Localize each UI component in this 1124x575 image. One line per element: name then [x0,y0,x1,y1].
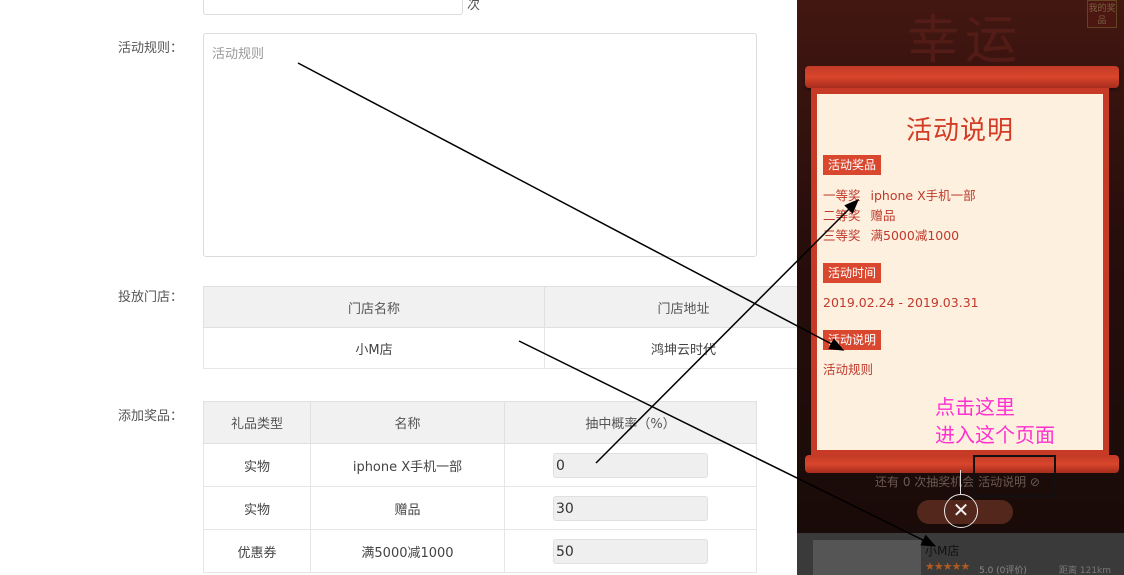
probability-input[interactable]: 0 [553,452,708,478]
rating-stars-icon: ★★★★★ [925,560,970,573]
activity-form: 次 活动规则： 活动规则 投放门店： 门店名称 门店地址 小M店 鸿坤云时代 添… [0,0,797,575]
prize-level: 二等奖 [823,208,861,223]
prizes-tag: 活动奖品 [823,155,882,175]
draw-count-input[interactable] [203,0,463,15]
probability-input[interactable]: 50 [553,538,708,564]
prize-name-cell: 赠品 [310,486,505,530]
prize-type-cell: 实物 [203,443,311,487]
scroll-top-rod [805,66,1119,88]
store-address-cell: 鸿坤云时代 [544,327,797,369]
prize-type-cell: 优惠券 [203,529,311,573]
scroll-bottom-rod [805,455,1119,473]
prize-table: 礼品类型 名称 抽中概率（%） 实物 iphone X手机一部 0 实物 赠品 … [203,401,757,573]
rules-textarea[interactable]: 活动规则 [203,33,757,257]
probability-input[interactable]: 30 [553,495,708,521]
table-row: 实物 iphone X手机一部 0 [203,443,757,487]
prize-name-cell: 满5000减1000 [310,529,505,573]
prize-prob-cell: 0 [504,443,757,487]
rules-label: 活动规则： [118,41,184,56]
prize-prob-header: 抽中概率（%） [504,401,757,444]
prize-label: 添加奖品： [118,409,184,424]
prize-line: 二等奖 赠品 [823,206,896,226]
store-label: 投放门店： [118,290,184,305]
prize-name-cell: iphone X手机一部 [310,443,505,487]
prize-line: 一等奖 iphone X手机一部 [823,186,976,206]
store-card-name: 小M店 [925,544,960,558]
annotation-line-2: 进入这个页面 [935,423,1055,447]
phone-preview: 幸运 我的奖品 活动说明 活动奖品 一等奖 iphone X手机一部 二等奖 赠品 … [797,0,1124,575]
close-icon[interactable]: ✕ [944,494,978,528]
rating-score: 5.0 (0评价) [979,566,1027,575]
store-thumbnail [813,540,921,575]
store-distance: 距离 121km [1059,566,1112,575]
prize-prob-cell: 30 [504,486,757,530]
prize-level: 三等奖 [823,228,861,243]
prize-level: 一等奖 [823,188,861,203]
prize-line: 三等奖 满5000减1000 [823,226,959,246]
table-row: 实物 赠品 30 [203,486,757,530]
highlight-box [973,455,1056,497]
store-name-cell: 小M店 [203,327,545,369]
store-name-header: 门店名称 [203,286,545,328]
time-value: 2019.02.24 - 2019.03.31 [823,295,979,310]
table-row[interactable]: 小M店 鸿坤云时代 [203,327,797,369]
desc-value: 活动规则 [823,362,874,377]
desc-tag: 活动说明 [823,330,882,350]
annotation-line-1: 点击这里 [935,395,1015,419]
prize-name: 满5000减1000 [870,228,960,243]
rules-placeholder: 活动规则 [212,47,265,62]
prize-name-header: 名称 [310,401,505,444]
annotation-note: 点击这里 进入这个页面 [935,393,1055,449]
close-connector [960,470,961,494]
prize-prob-cell: 50 [504,529,757,573]
draw-count-unit: 次 [467,0,481,13]
modal-title: 活动说明 [905,116,1014,146]
prize-name: 赠品 [870,208,896,223]
time-tag: 活动时间 [823,263,882,283]
prize-name: iphone X手机一部 [870,188,976,203]
table-row: 优惠券 满5000减1000 50 [203,529,757,573]
prize-type-cell: 实物 [203,486,311,530]
prize-type-header: 礼品类型 [203,401,311,444]
store-address-header: 门店地址 [544,286,797,328]
store-table: 门店名称 门店地址 小M店 鸿坤云时代 [203,286,797,369]
